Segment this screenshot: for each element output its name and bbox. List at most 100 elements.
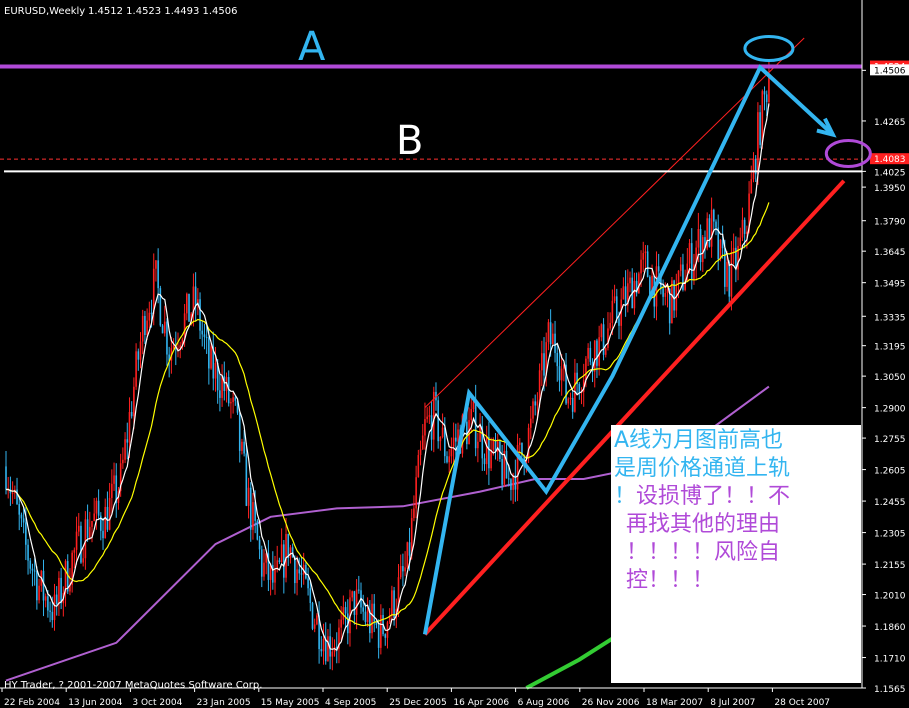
bull-candle [355, 589, 358, 615]
date-tick-label: 22 Feb 2004 [4, 698, 60, 708]
bull-candle [719, 239, 722, 260]
bull-candle [485, 437, 488, 465]
bull-candle [75, 531, 78, 550]
bull-candle [671, 280, 673, 324]
bear-candle [283, 544, 285, 578]
bear-candle [657, 266, 660, 272]
bear-candle [558, 366, 561, 381]
bear-candle [534, 401, 536, 406]
bear-candle [501, 459, 503, 485]
top-circle-mark [743, 35, 795, 63]
bull-candle [633, 280, 636, 309]
bear-candle [353, 591, 356, 615]
annotation-note: A线为月图前高也 是周价格通道上轨 ！设损博了！！不 再找其他的理由 ！！！！风… [611, 425, 861, 683]
price-tick-label: 1.2305 [874, 530, 906, 540]
bear-candle [311, 602, 314, 629]
bull-candle [64, 561, 67, 593]
date-tick-label: 8 Jul 2007 [710, 698, 755, 708]
bear-candle [455, 437, 457, 442]
bear-candle [199, 299, 201, 331]
bull-candle [448, 456, 451, 463]
price-tick-label: 1.4265 [874, 118, 906, 128]
bull-candle [512, 475, 514, 490]
bull-candle [82, 558, 84, 563]
bull-candle [417, 455, 420, 478]
bull-candle [518, 442, 521, 445]
bull-candle [111, 483, 113, 498]
price-tick-label: 1.3050 [874, 373, 906, 383]
bull-candle [697, 228, 700, 248]
bull-candle [296, 569, 298, 584]
bull-candle [11, 492, 14, 494]
bull-candle [135, 351, 137, 387]
bear-candle [36, 570, 38, 601]
bear-candle [194, 286, 197, 306]
bull-candle [406, 542, 409, 568]
price-tick-label: 1.3195 [874, 343, 906, 353]
bull-candle [529, 418, 532, 428]
note-line-3: 设损博了！！不 [636, 484, 791, 509]
price-tick-label: 1.1860 [874, 623, 906, 633]
bear-candle [662, 288, 664, 297]
line-a-label: A [298, 24, 326, 70]
bull-candle [327, 636, 329, 662]
bear-candle [55, 594, 58, 605]
bear-candle [159, 288, 162, 326]
bear-candle [137, 351, 140, 360]
bear-candle [373, 603, 376, 622]
bear-candle [307, 578, 309, 589]
bear-candle [22, 518, 25, 523]
bull-candle [730, 251, 733, 297]
bear-candle [602, 324, 605, 355]
bull-candle [146, 320, 148, 336]
bear-candle [150, 312, 153, 314]
bull-candle [415, 477, 417, 509]
bull-candle [280, 544, 283, 562]
bear-candle [408, 542, 411, 556]
bear-candle [743, 219, 746, 234]
bull-candle [587, 347, 589, 359]
bear-candle [728, 261, 731, 297]
date-tick-label: 16 Apr 2006 [453, 698, 509, 708]
bull-candle [750, 179, 753, 194]
date-tick-label: 15 May 2005 [261, 698, 320, 708]
bear-candle [759, 112, 761, 145]
bull-candle [247, 487, 250, 506]
bull-candle [552, 333, 554, 345]
price-tick-label: 1.2455 [874, 498, 906, 508]
bull-candle [585, 358, 587, 381]
bear-candle [166, 321, 168, 355]
bull-candle [183, 313, 186, 339]
date-tick-label: 25 Dec 2005 [389, 698, 447, 708]
bear-candle [507, 478, 510, 480]
bear-candle [106, 506, 109, 530]
bear-candle [243, 441, 245, 454]
bull-candle [210, 346, 212, 369]
bear-candle [708, 218, 711, 247]
bear-candle [86, 519, 89, 538]
bear-candle [126, 439, 129, 443]
bull-candle [421, 435, 424, 450]
bear-candle [205, 336, 208, 338]
bull-candle [322, 638, 325, 652]
bull-candle [629, 277, 631, 284]
price-tick-label: 1.1565 [874, 685, 906, 695]
bull-candle [426, 416, 428, 420]
note-line-1: A线为月图前高也 [614, 428, 784, 453]
bull-candle [598, 337, 600, 366]
bull-candle [163, 321, 166, 334]
chart-symbol-label: EURUSD,Weekly [4, 6, 85, 17]
bear-candle [29, 560, 32, 569]
bear-candle [571, 397, 574, 412]
bear-candle [256, 520, 259, 540]
copyright-label: HY Trader, ? 2001-2007 MetaQuotes Softwa… [4, 680, 262, 691]
bear-candle [249, 487, 252, 530]
price-tick-label: 1.3495 [874, 280, 906, 290]
bull-candle [58, 577, 60, 605]
bull-candle [701, 237, 704, 263]
bear-candle [188, 293, 190, 322]
date-tick-label: 26 Nov 2006 [582, 698, 640, 708]
bear-candle [505, 450, 508, 479]
bear-candle [51, 611, 54, 621]
bear-candle [364, 611, 367, 622]
